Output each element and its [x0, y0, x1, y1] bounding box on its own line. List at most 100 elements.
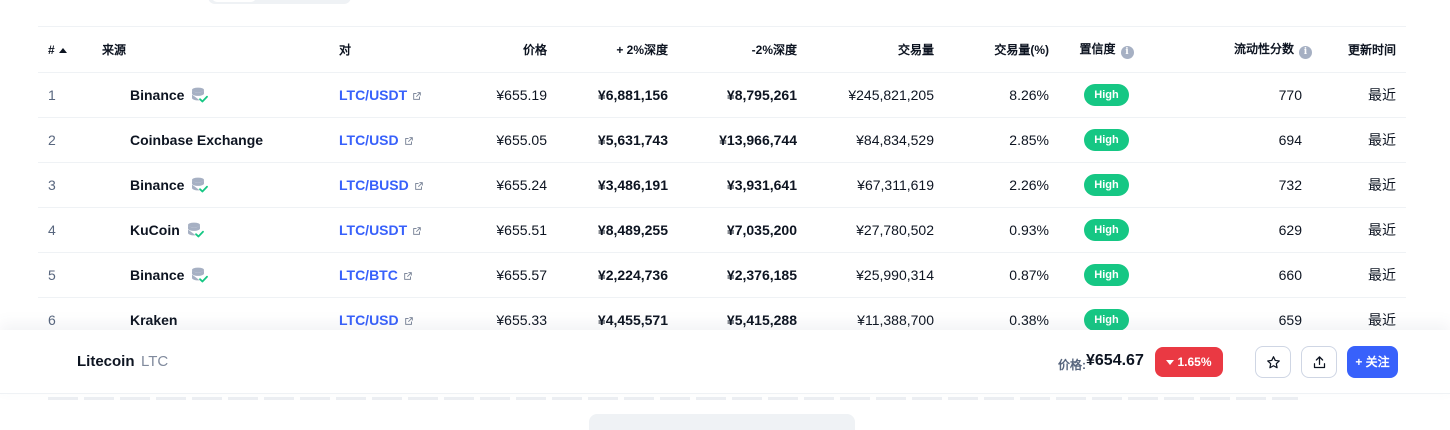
- row-rank: 3: [48, 177, 56, 193]
- row-volume: ¥245,821,205: [848, 87, 934, 103]
- row-pair: LTC/BUSD: [339, 163, 459, 208]
- price-label: 价格:: [1058, 358, 1086, 372]
- header-price[interactable]: 价格: [459, 27, 547, 73]
- row-source: Binance: [102, 73, 339, 118]
- confidence-badge: High: [1084, 309, 1129, 331]
- row-volume-pct: 8.26%: [1009, 87, 1049, 103]
- watchlist-star-button[interactable]: [1255, 346, 1291, 378]
- pair-link[interactable]: LTC/USDT: [339, 222, 407, 238]
- verified-exchange-icon: [192, 177, 209, 193]
- row-depth-minus: ¥13,966,744: [719, 132, 797, 148]
- exchange-link[interactable]: Coinbase Exchange: [102, 132, 263, 148]
- header-pair: 对: [339, 43, 352, 57]
- row-confidence: High: [1049, 73, 1164, 118]
- row-price: ¥655.24: [496, 177, 547, 193]
- share-icon: [1313, 355, 1325, 368]
- external-link-icon[interactable]: [404, 136, 414, 146]
- header-liquidity[interactable]: 流动性分数 i: [1164, 27, 1312, 73]
- row-liquidity: 629: [1278, 222, 1302, 238]
- row-depth-minus: ¥8,795,261: [726, 87, 797, 103]
- row-updated: 最近: [1368, 177, 1396, 193]
- row-volume: ¥67,311,619: [857, 177, 934, 193]
- row-pair: LTC/USDT: [339, 73, 459, 118]
- verified-exchange-icon: [192, 267, 209, 283]
- coin-name: Litecoin: [77, 353, 135, 370]
- row-price: ¥655.51: [496, 222, 547, 238]
- confidence-badge: High: [1084, 264, 1129, 286]
- row-updated: 最近: [1368, 87, 1396, 103]
- share-button[interactable]: [1301, 346, 1337, 378]
- top-tab-active[interactable]: [212, 0, 256, 2]
- row-pair: LTC/BTC: [339, 253, 459, 298]
- row-volume-pct: 0.93%: [1009, 222, 1049, 238]
- exchange-link[interactable]: Binance: [102, 267, 184, 283]
- confidence-badge: High: [1084, 219, 1129, 241]
- exchange-link[interactable]: Binance: [102, 177, 184, 193]
- row-depth-plus: ¥6,881,156: [597, 87, 668, 103]
- row-depth-plus: ¥5,631,743: [597, 132, 668, 148]
- row-confidence: High: [1049, 208, 1164, 253]
- row-depth-minus: ¥7,035,200: [726, 222, 797, 238]
- pair-link[interactable]: LTC/USD: [339, 132, 399, 148]
- sticky-coin-bar: Litecoin LTC 价格: ¥654.67 1.65% + 关注: [0, 330, 1450, 394]
- row-source: Binance: [102, 253, 339, 298]
- info-icon[interactable]: i: [1299, 46, 1312, 59]
- row-liquidity: 660: [1278, 267, 1302, 283]
- row-depth-minus: ¥2,376,185: [726, 267, 797, 283]
- external-link-icon[interactable]: [403, 271, 413, 281]
- row-updated: 最近: [1368, 222, 1396, 238]
- row-volume-pct: 0.87%: [1009, 267, 1049, 283]
- header-rank[interactable]: #: [38, 27, 102, 73]
- table-header-row: # 来源 对 价格 + 2%深度 -2%深度 交易量 交易量(%) 置信度 i 流…: [38, 26, 1406, 73]
- external-link-icon[interactable]: [414, 181, 424, 191]
- table-row: 5 Binance LTC/BTC ¥655.57 ¥2,224,736 ¥2,376,1…: [38, 253, 1406, 298]
- row-rank: 5: [48, 267, 56, 283]
- row-volume-pct: 2.26%: [1009, 177, 1049, 193]
- pair-link[interactable]: LTC/USD: [339, 312, 399, 328]
- row-volume: ¥84,834,529: [856, 132, 934, 148]
- row-price: ¥655.19: [496, 87, 547, 103]
- row-liquidity: 732: [1278, 177, 1302, 193]
- row-confidence: High: [1049, 253, 1164, 298]
- row-source: Coinbase Exchange: [102, 118, 339, 163]
- header-volume[interactable]: 交易量: [797, 27, 934, 73]
- confidence-badge: High: [1084, 174, 1129, 196]
- top-tab-switcher[interactable]: [208, 0, 351, 4]
- row-volume-pct: 2.85%: [1009, 132, 1049, 148]
- row-source: Binance: [102, 163, 339, 208]
- header-depth-plus[interactable]: + 2%深度: [547, 27, 668, 73]
- row-price: ¥655.57: [496, 267, 547, 283]
- row-rank: 2: [48, 132, 56, 148]
- info-icon[interactable]: i: [1120, 46, 1134, 59]
- pair-link[interactable]: LTC/USDT: [339, 87, 407, 103]
- external-link-icon[interactable]: [412, 91, 422, 101]
- header-depth-minus[interactable]: -2%深度: [668, 27, 797, 73]
- table-row: 2 Coinbase Exchange LTC/USD ¥655.05 ¥5,631,7…: [38, 118, 1406, 163]
- row-rank: 4: [48, 222, 56, 238]
- pair-link[interactable]: LTC/BUSD: [339, 177, 409, 193]
- exchange-link[interactable]: Kraken: [102, 312, 177, 328]
- row-depth-plus: ¥2,224,736: [597, 267, 668, 283]
- row-updated: 最近: [1368, 267, 1396, 283]
- row-liquidity: 770: [1278, 87, 1302, 103]
- row-liquidity: 694: [1278, 132, 1302, 148]
- row-depth-plus: ¥8,489,255: [597, 222, 668, 238]
- row-confidence: High: [1049, 118, 1164, 163]
- sort-up-icon: [58, 47, 67, 53]
- table-row: 3 Binance LTC/BUSD ¥655.24 ¥3,486,191 ¥3,931,…: [38, 163, 1406, 208]
- table-row: 4 KuCoin LTC/USDT ¥655.51 ¥8,489,255 ¥7,035,2…: [38, 208, 1406, 253]
- exchange-link[interactable]: KuCoin: [102, 222, 180, 238]
- header-volume-pct[interactable]: 交易量(%): [934, 27, 1049, 73]
- description-text-obscured: [48, 397, 1298, 400]
- caret-down-icon: [1166, 360, 1175, 365]
- follow-button[interactable]: + 关注: [1347, 346, 1398, 378]
- exchange-link[interactable]: Binance: [102, 87, 184, 103]
- header-source: 来源: [102, 43, 127, 57]
- pair-link[interactable]: LTC/BTC: [339, 267, 398, 283]
- external-link-icon[interactable]: [404, 316, 414, 326]
- row-source: KuCoin: [102, 208, 339, 253]
- load-more-button[interactable]: [589, 414, 855, 430]
- header-confidence: 置信度 i: [1049, 27, 1164, 73]
- external-link-icon[interactable]: [412, 226, 422, 236]
- verified-exchange-icon: [187, 222, 204, 238]
